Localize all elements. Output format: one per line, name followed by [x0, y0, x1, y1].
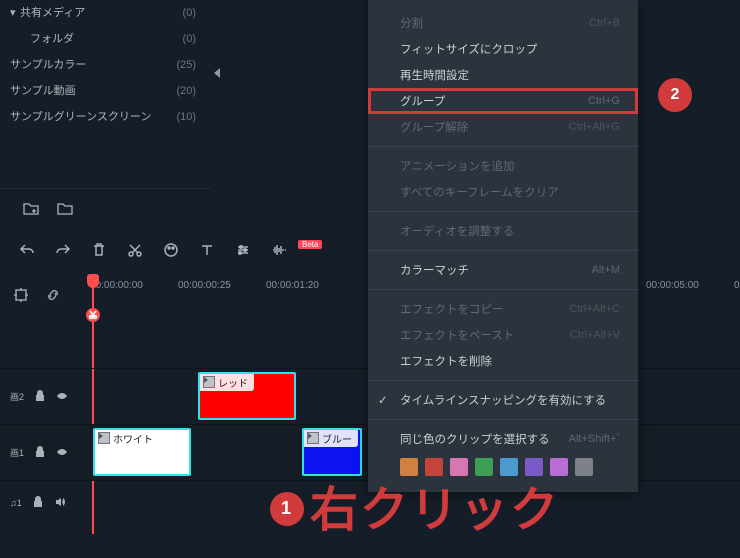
clip-red[interactable]: レッド [198, 372, 296, 420]
menu-separator [368, 250, 638, 251]
clip-label: レッド [200, 374, 254, 391]
menu-separator [368, 419, 638, 420]
context-menu: 分割Ctrl+B フィットサイズにクロップ 再生時間設定 グループCtrl+G … [368, 0, 638, 492]
menu-copy-effects: エフェクトをコピーCtrl+Alt+C [368, 296, 638, 322]
new-folder-icon[interactable] [22, 200, 40, 218]
menu-paste-effects: エフェクトをペーストCtrl+Alt+V [368, 322, 638, 348]
check-icon: ✓ [378, 393, 388, 407]
clip-label: ホワイト [95, 430, 159, 447]
folder-icon[interactable] [56, 200, 74, 218]
lock-icon[interactable] [34, 390, 46, 404]
annotation-badge-2: 2 [658, 78, 692, 112]
menu-fit-crop[interactable]: フィットサイズにクロップ [368, 36, 638, 62]
collapse-left-icon[interactable] [214, 68, 220, 78]
sidebar-item-sample-video[interactable]: サンプル動画 (20) [0, 78, 210, 104]
menu-separator [368, 211, 638, 212]
menu-separator [368, 289, 638, 290]
menu-select-same-color[interactable]: 同じ色のクリップを選択するAlt+Shift+` [368, 426, 638, 452]
menu-color-match[interactable]: カラーマッチAlt+M [368, 257, 638, 283]
menu-add-animation: アニメーションを追加 [368, 153, 638, 179]
undo-icon[interactable] [18, 241, 36, 259]
clip-blue[interactable]: ブルー [302, 428, 362, 476]
menu-remove-effects[interactable]: エフェクトを削除 [368, 348, 638, 374]
text-icon[interactable] [198, 241, 216, 259]
annotation-badge-1: 1 [270, 492, 304, 526]
sidebar-item-folder[interactable]: フォルダ (0) [0, 26, 210, 52]
adjust-icon[interactable] [234, 241, 252, 259]
folder-actions [0, 188, 210, 228]
link-icon[interactable] [42, 284, 64, 306]
cut-icon[interactable] [126, 241, 144, 259]
delete-icon[interactable] [90, 241, 108, 259]
menu-clear-keyframes: すべてのキーフレームをクリア [368, 179, 638, 205]
media-sidebar: ▾共有メディア (0) フォルダ (0) サンプルカラー (25) サンプル動画… [0, 0, 210, 228]
track-label: 画1 [10, 446, 24, 459]
track-label: 画2 [10, 390, 24, 403]
sidebar-item-shared-media[interactable]: ▾共有メディア (0) [0, 0, 210, 26]
speaker-icon[interactable] [54, 496, 66, 510]
menu-split: 分割Ctrl+B [368, 10, 638, 36]
marker-icon[interactable] [10, 284, 32, 306]
annotation-text: 1右クリック [270, 470, 560, 540]
sidebar-item-sample-color[interactable]: サンプルカラー (25) [0, 52, 210, 78]
lock-icon[interactable] [32, 496, 44, 510]
palette-icon[interactable] [162, 241, 180, 259]
eye-icon[interactable] [56, 390, 68, 404]
chevron-down-icon: ▾ [10, 0, 20, 26]
clip-white[interactable]: ホワイト [93, 428, 191, 476]
audio-icon[interactable] [270, 241, 288, 259]
menu-separator [368, 380, 638, 381]
menu-group[interactable]: グループCtrl+G [368, 88, 638, 114]
sidebar-item-sample-greenscreen[interactable]: サンプルグリーンスクリーン (10) [0, 104, 210, 130]
redo-icon[interactable] [54, 241, 72, 259]
clip-label: ブルー [304, 430, 358, 447]
menu-duration[interactable]: 再生時間設定 [368, 62, 638, 88]
menu-ungroup: グループ解除Ctrl+Alt+G [368, 114, 638, 140]
swatch[interactable] [575, 458, 593, 476]
menu-separator [368, 146, 638, 147]
menu-timeline-snapping[interactable]: ✓タイムラインスナッピングを有効にする [368, 387, 638, 413]
beta-badge: Beta [298, 240, 322, 249]
lock-icon[interactable] [34, 446, 46, 460]
menu-adjust-audio: オーディオを調整する [368, 218, 638, 244]
track-label: ♫1 [10, 498, 22, 508]
eye-icon[interactable] [56, 446, 68, 460]
